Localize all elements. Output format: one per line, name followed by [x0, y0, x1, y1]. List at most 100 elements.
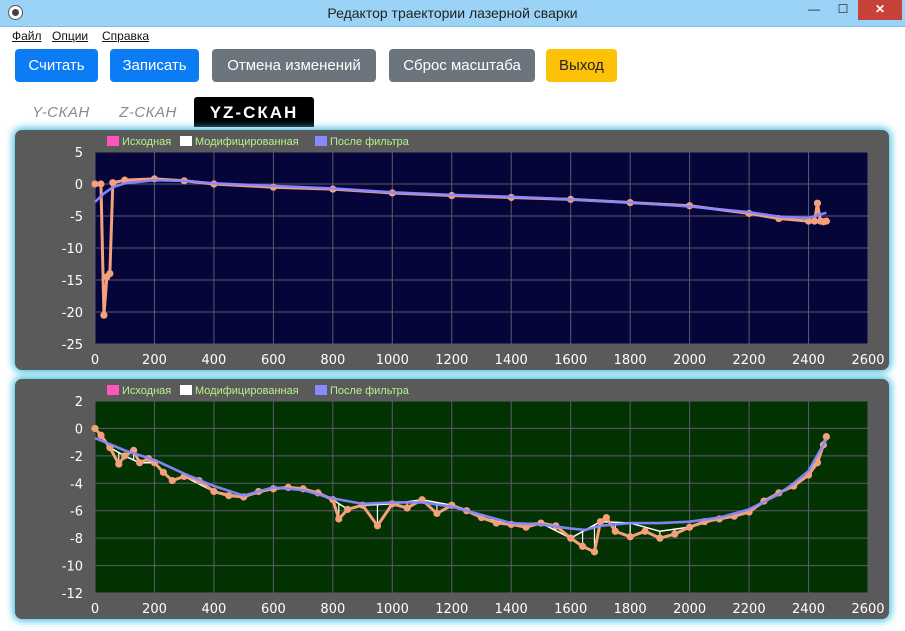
chart-y-y-tick-label: -20 [62, 306, 83, 321]
chart-z-x-tick-label: 2000 [673, 602, 706, 617]
chart-y-original-point [822, 217, 830, 225]
chart-z-original-point [590, 548, 599, 556]
chart-z-original-point [567, 534, 575, 542]
chart-z-x-tick-label: 1400 [495, 602, 528, 617]
chart-y-original-point [100, 311, 108, 319]
chart-z-x-tick-label: 800 [320, 602, 345, 617]
chart-y[interactable]: 0 200 400 600 800 1000 1200 1400 1600 1800 2000 220… [15, 130, 889, 370]
chart-z-y-tick-label: 2 [75, 395, 83, 410]
chart-y-y-tick-label: -15 [62, 274, 83, 289]
chart-z-original-point [115, 460, 123, 468]
chart-z-original-point [135, 459, 144, 467]
chart-z-x-tick-label: 600 [261, 602, 286, 617]
chart-z-x-tick-label: 2400 [792, 602, 825, 617]
chart-y-original-point [106, 270, 114, 278]
chart-z-original-point [611, 527, 619, 535]
chart-z-original-point [91, 424, 99, 433]
chart-z-legend-swatch [315, 385, 327, 395]
tab-z-scan[interactable]: Z-СКАН [108, 97, 188, 127]
chart-y-x-tick-label: 0 [91, 353, 99, 368]
chart-y-x-tick-label: 1400 [495, 353, 528, 368]
chart-z-y-tick-label: -12 [62, 587, 83, 602]
menu-options[interactable]: Опции [52, 29, 88, 43]
chart-z-original-point [822, 433, 830, 441]
maximize-button[interactable]: ☐ [829, 0, 857, 20]
write-button[interactable]: Записать [110, 49, 199, 82]
chart-y-x-tick-label: 400 [202, 353, 227, 368]
title-bar: Редактор траектории лазерной сварки — ☐ … [0, 0, 905, 27]
chart-z-x-tick-label: 1000 [376, 602, 409, 617]
chart-z-y-tick-label: -2 [70, 450, 83, 465]
chart-z-original-point [121, 452, 129, 460]
chart-z-original-point [344, 505, 352, 513]
chart-z-x-tick-label: 1800 [614, 602, 647, 617]
exit-button[interactable]: Выход [546, 49, 617, 82]
chart-z-y-tick-label: -6 [70, 505, 83, 520]
chart-z-original-point [433, 509, 441, 518]
chart-z-y-tick-label: -4 [70, 477, 83, 492]
chart-y-original-point [97, 180, 105, 188]
chart-z-y-tick-label: -8 [70, 532, 83, 547]
chart-z-original-point [641, 527, 649, 535]
chart-z-panel[interactable]: 0 200 400 600 800 1000 1200 1400 1600 1800 2000 220… [15, 379, 889, 619]
chart-z-original-point [602, 513, 610, 522]
chart-z-x-tick-label: 1200 [435, 602, 468, 617]
window-title: Редактор траектории лазерной сварки [327, 5, 578, 21]
undo-changes-button[interactable]: Отмена изменений [212, 49, 376, 82]
chart-y-legend-swatch [107, 136, 119, 146]
chart-z-original-point [225, 492, 233, 500]
chart-y-x-tick-label: 1200 [435, 353, 468, 368]
chart-y-x-tick-label: 600 [261, 353, 286, 368]
chart-z-x-tick-label: 1600 [554, 602, 587, 617]
chart-z-plot-area [95, 401, 868, 593]
chart-z-original-point [596, 518, 605, 526]
chart-z-original-point [656, 534, 664, 542]
close-button[interactable]: ✕ [858, 0, 902, 20]
chart-y-x-tick-label: 2200 [733, 353, 766, 368]
chart-z-original-point [626, 533, 634, 541]
chart-z-original-point [159, 468, 167, 476]
menu-help[interactable]: Справка [102, 29, 149, 43]
tab-yz-scan[interactable]: YZ-СКАН [194, 97, 314, 127]
chart-y-panel[interactable]: 0 200 400 600 800 1000 1200 1400 1600 1800 2000 220… [15, 130, 889, 370]
menu-file[interactable]: Файл [12, 29, 42, 43]
chart-z[interactable]: 0 200 400 600 800 1000 1200 1400 1600 1800 2000 220… [15, 379, 889, 619]
chart-z-y-tick-label: -10 [62, 560, 83, 575]
chart-y-x-tick-label: 2600 [851, 353, 884, 368]
read-button[interactable]: Считать [15, 49, 98, 82]
chart-y-legend-label: Модифицированная [195, 136, 299, 148]
menu-bar: Файл Опции Справка [0, 27, 905, 45]
chart-y-y-tick-label: -10 [62, 242, 83, 257]
chart-y-original-point [813, 199, 822, 207]
chart-z-x-tick-label: 2200 [733, 602, 766, 617]
chart-z-legend-label: После фильтра [330, 385, 410, 397]
chart-y-x-tick-label: 2400 [792, 353, 825, 368]
chart-z-original-point [671, 530, 679, 538]
chart-y-y-tick-label: -25 [62, 338, 83, 353]
chart-z-x-tick-label: 200 [142, 602, 167, 617]
chart-y-x-tick-label: 1600 [554, 353, 587, 368]
chart-z-original-point [686, 523, 694, 531]
chart-y-y-tick-label: 0 [75, 178, 83, 193]
chart-y-x-tick-label: 1800 [614, 353, 647, 368]
reset-zoom-button[interactable]: Сброс масштаба [389, 49, 535, 82]
chart-z-legend-label: Исходная [122, 385, 171, 397]
chart-y-x-tick-label: 800 [320, 353, 345, 368]
chart-z-x-tick-label: 2600 [851, 602, 884, 617]
chart-y-legend-swatch [315, 136, 327, 146]
chart-z-original-point [335, 515, 343, 523]
chart-y-y-tick-label: -5 [70, 210, 83, 225]
chart-z-original-point [168, 476, 176, 485]
chart-y-x-tick-label: 2000 [673, 353, 706, 368]
chart-y-x-tick-label: 1000 [376, 353, 409, 368]
minimize-button[interactable]: — [800, 0, 828, 20]
chart-y-legend-label: После фильтра [330, 136, 410, 148]
tab-y-scan[interactable]: Y-СКАН [22, 97, 100, 127]
chart-y-legend-label: Исходная [122, 136, 171, 148]
chart-z-legend-label: Модифицированная [195, 385, 299, 397]
chart-z-original-point [97, 431, 105, 439]
chart-y-x-tick-label: 200 [142, 353, 167, 368]
chart-z-original-point [403, 504, 411, 512]
chart-z-legend-swatch [107, 385, 119, 395]
chart-z-x-tick-label: 400 [202, 602, 227, 617]
